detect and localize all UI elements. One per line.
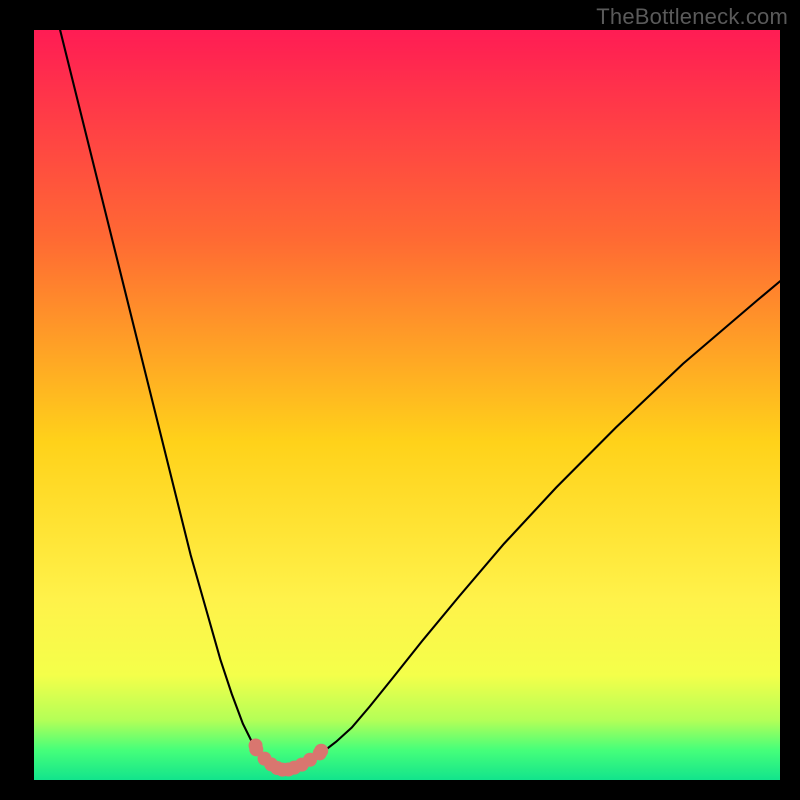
bottleneck-chart [0, 0, 800, 800]
chart-stage: TheBottleneck.com [0, 0, 800, 800]
plot-background [34, 30, 780, 780]
data-marker [314, 744, 328, 758]
watermark-text: TheBottleneck.com [596, 4, 788, 30]
